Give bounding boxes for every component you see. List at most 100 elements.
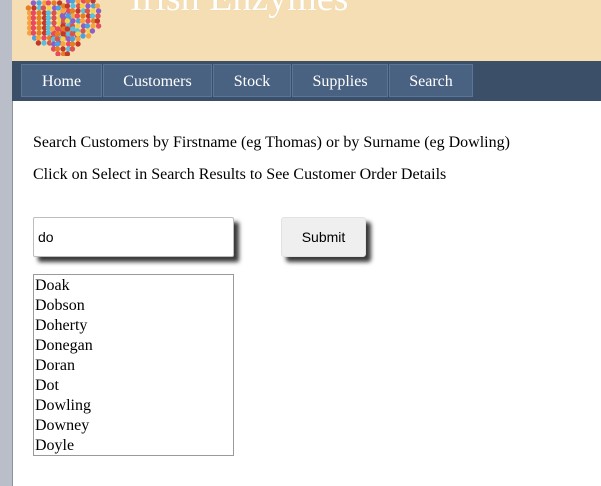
logo-sphere [51, 0, 57, 6]
logo-sphere [45, 15, 52, 21]
logo-sphere [30, 10, 37, 16]
logo-sphere [36, 30, 42, 36]
logo-sphere [35, 40, 42, 46]
logo-sphere [80, 13, 86, 19]
logo-sphere [75, 0, 81, 4]
logo-sphere [35, 35, 42, 41]
logo-sphere [30, 20, 37, 26]
logo-sphere [64, 51, 71, 56]
logo-sphere [45, 0, 52, 6]
logo-sphere [75, 31, 81, 37]
result-item[interactable]: Doran [35, 356, 75, 376]
logo-sphere [89, 28, 96, 34]
logo-sphere [36, 0, 42, 6]
logo-sphere [90, 0, 96, 4]
logo-sphere [74, 13, 81, 19]
page: Irish Enzymes Home Customers Stock Suppl… [0, 0, 601, 486]
logo-sphere [41, 35, 47, 41]
result-item[interactable]: Doak [35, 276, 70, 296]
logo-sphere [69, 46, 76, 52]
logo-sphere [89, 13, 96, 19]
result-item[interactable]: Dowling [35, 396, 91, 416]
logo-sphere [25, 5, 32, 11]
logo-sphere [40, 5, 47, 11]
logo-sphere [36, 10, 42, 16]
logo-sphere [69, 8, 76, 14]
logo-sphere [54, 46, 61, 52]
logo-sphere [69, 0, 76, 4]
result-item[interactable]: Doyle [35, 436, 74, 455]
logo-sphere [60, 36, 66, 42]
logo-sphere [84, 8, 91, 14]
main-navigation: Home Customers Stock Supplies Search [12, 61, 601, 101]
logo-sphere [30, 15, 37, 21]
logo-sphere [70, 18, 76, 24]
logo-sphere [59, 13, 66, 19]
logo-sphere [54, 41, 61, 47]
submit-button[interactable]: Submit [281, 217, 366, 257]
logo-sphere [55, 26, 61, 32]
nav-stock[interactable]: Stock [213, 64, 291, 97]
logo-sphere [45, 10, 52, 16]
result-item[interactable]: Donegan [35, 336, 93, 356]
logo-sphere [45, 30, 52, 36]
nav-customers[interactable]: Customers [103, 64, 212, 97]
nav-search[interactable]: Search [389, 64, 473, 97]
logo-sphere [60, 46, 66, 52]
nav-supplies[interactable]: Supplies [292, 64, 388, 97]
logo-sphere [60, 31, 66, 37]
logo-sphere [45, 20, 52, 26]
logo-sphere [80, 28, 86, 34]
logo-sphere [41, 40, 47, 46]
logo-sphere [80, 33, 86, 39]
logo-sphere [30, 25, 37, 31]
logo-sphere [95, 8, 102, 14]
logo-sphere [36, 20, 42, 26]
logo-sphere [30, 30, 37, 36]
logo-sphere [36, 25, 42, 31]
result-item[interactable]: Doherty [35, 316, 87, 336]
logo-sphere [30, 0, 37, 6]
logo-sphere [64, 18, 71, 24]
logo-sphere [95, 23, 102, 29]
site-header: Irish Enzymes [12, 0, 601, 61]
logo-sphere [46, 5, 52, 11]
logo-sphere [75, 36, 81, 42]
site-title: Irish Enzymes [130, 0, 348, 20]
logo-sphere [94, 18, 101, 24]
logo-sphere [75, 41, 81, 47]
logo-sphere [36, 15, 42, 21]
nav-home[interactable]: Home [21, 64, 102, 97]
logo-sphere [69, 31, 76, 37]
logo-sphere [70, 3, 76, 9]
logo-sphere [85, 18, 91, 24]
search-input[interactable] [33, 217, 234, 257]
logo-sphere [79, 18, 86, 24]
logo-sphere [94, 3, 101, 9]
logo-sphere [60, 8, 66, 14]
logo-sphere [90, 8, 96, 14]
logo-sphere [70, 26, 76, 32]
logo-sphere [54, 36, 61, 42]
logo-sphere [65, 13, 71, 19]
result-item[interactable]: Dobson [35, 296, 85, 316]
result-item[interactable]: Downey [35, 416, 89, 436]
logo-sphere [84, 0, 91, 4]
logo-sphere [84, 23, 91, 29]
logo-sphere [54, 31, 61, 37]
logo-sphere [95, 13, 101, 19]
result-item[interactable]: Dot [35, 376, 59, 396]
select-instructions: Click on Select in Search Results to See… [33, 166, 447, 183]
logo-sphere [49, 26, 56, 32]
logo-sphere [51, 20, 57, 26]
search-results-list[interactable]: Doak Dobson Doherty Donegan Doran Dot Do… [33, 274, 234, 456]
logo-sphere [90, 23, 96, 29]
logo-sphere [31, 5, 37, 11]
logo-sphere [79, 3, 86, 9]
search-instructions: Search Customers by Firstname (eg Thomas… [33, 134, 510, 151]
logo-sphere [69, 36, 76, 42]
logo-sphere [85, 3, 91, 9]
logo-sphere [85, 33, 92, 39]
molecule-cluster-icon [25, 0, 102, 56]
logo-sphere [75, 8, 81, 14]
